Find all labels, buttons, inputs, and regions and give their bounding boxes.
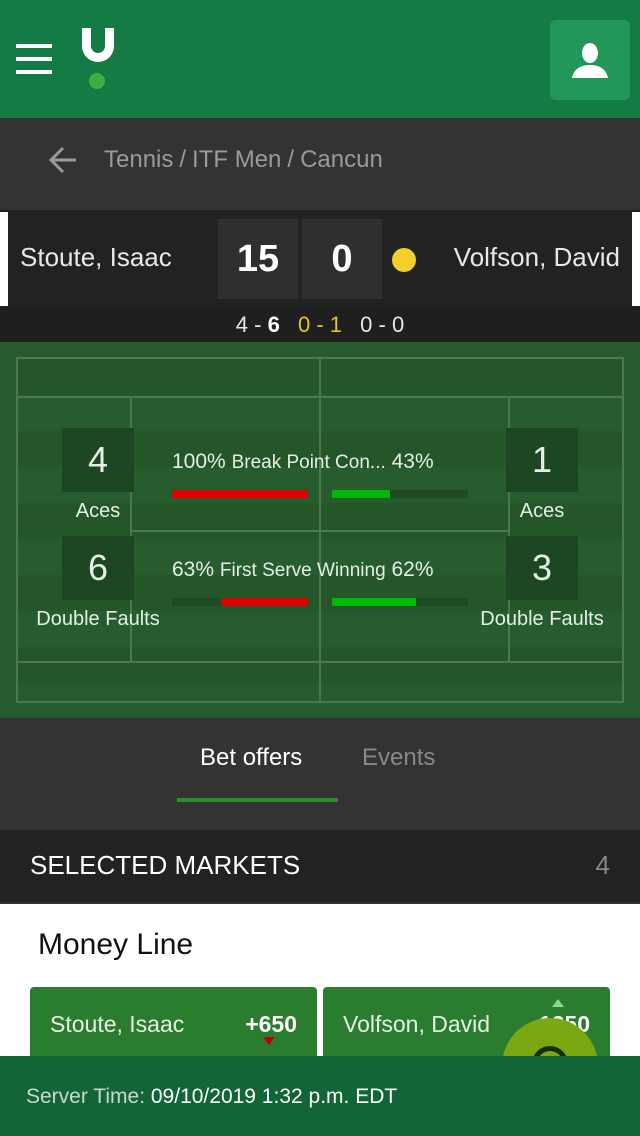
- away-aces-label: Aces: [519, 500, 565, 522]
- breadcrumb-separator: /: [179, 146, 187, 173]
- home-bar-fill: [172, 490, 308, 498]
- home-pct: 63%: [172, 558, 215, 581]
- player-home-name: Stoute, Isaac: [20, 242, 172, 272]
- serving-ball-icon: [392, 248, 416, 272]
- money-line-title: Money Line: [38, 928, 194, 961]
- away-bar-fill: [332, 598, 416, 606]
- home-bar-fill: [222, 598, 308, 606]
- court-line: [132, 530, 508, 532]
- outcome-odds: +650: [245, 1011, 297, 1037]
- outcome-name: Volfson, David: [343, 1011, 491, 1037]
- breadcrumb-item-cancun[interactable]: Cancun: [300, 146, 383, 173]
- stat-label: First Serve Winning: [219, 560, 386, 581]
- account-button[interactable]: [550, 20, 630, 100]
- points-away: 0: [302, 219, 382, 299]
- selected-markets-count: 4: [595, 850, 610, 880]
- away-bar-fill: [332, 490, 390, 498]
- breadcrumb-item-itf-men[interactable]: ITF Men: [192, 146, 281, 173]
- points-home: 15: [218, 219, 298, 299]
- set-score-3: 0 - 0: [360, 312, 405, 337]
- tab-bet-offers[interactable]: Bet offers: [200, 744, 302, 772]
- hamburger-menu-icon[interactable]: [16, 44, 52, 74]
- stat-label: Break Point Con...: [231, 452, 386, 473]
- divider: [0, 212, 8, 306]
- breadcrumb-separator: /: [287, 146, 295, 173]
- player-away-name: Volfson, David: [453, 242, 620, 272]
- breadcrumb-item-tennis[interactable]: Tennis: [104, 146, 173, 173]
- set-scores: 4 - 6 0 - 1 0 - 0: [0, 312, 640, 338]
- away-aces-value: 1: [506, 428, 578, 492]
- odds-up-icon: [552, 999, 564, 1007]
- tab-events[interactable]: Events: [362, 744, 435, 772]
- unibet-logo[interactable]: [80, 28, 116, 90]
- away-double-faults-value: 3: [506, 536, 578, 600]
- home-aces-label: Aces: [75, 500, 121, 522]
- outcome-name: Stoute, Isaac: [50, 1011, 185, 1037]
- away-pct: 43%: [391, 450, 434, 473]
- outcome-button-home[interactable]: Stoute, Isaac +650: [30, 987, 317, 1067]
- arrow-left-icon[interactable]: [46, 140, 80, 180]
- odds-down-icon: [263, 1037, 275, 1045]
- server-time-label: Server Time:: [26, 1085, 146, 1108]
- server-time: Server Time: 09/10/2019 1:32 p.m. EDT: [26, 1085, 397, 1109]
- home-double-faults-label: Double Faults: [36, 608, 160, 630]
- selected-markets-title: SELECTED MARKETS: [30, 850, 301, 880]
- away-double-faults-label: Double Faults: [480, 608, 604, 630]
- break-point-stat: 100% Break Point Con... 43%: [172, 450, 434, 474]
- divider: [632, 212, 640, 306]
- set-score-1: 4 - 6: [235, 312, 280, 337]
- home-double-faults-value: 6: [62, 536, 134, 600]
- home-aces-value: 4: [62, 428, 134, 492]
- home-pct: 100%: [172, 450, 226, 473]
- away-pct: 62%: [391, 558, 434, 581]
- user-icon: [572, 43, 608, 78]
- server-time-value: 09/10/2019 1:32 p.m. EDT: [150, 1085, 398, 1108]
- first-serve-stat: 63% First Serve Winning 62%: [172, 558, 434, 582]
- tab-bar: [0, 718, 640, 828]
- active-tab-indicator: [177, 798, 338, 802]
- breadcrumb: Tennis / ITF Men / Cancun: [104, 146, 383, 174]
- set-score-2: 0 - 1: [297, 312, 343, 337]
